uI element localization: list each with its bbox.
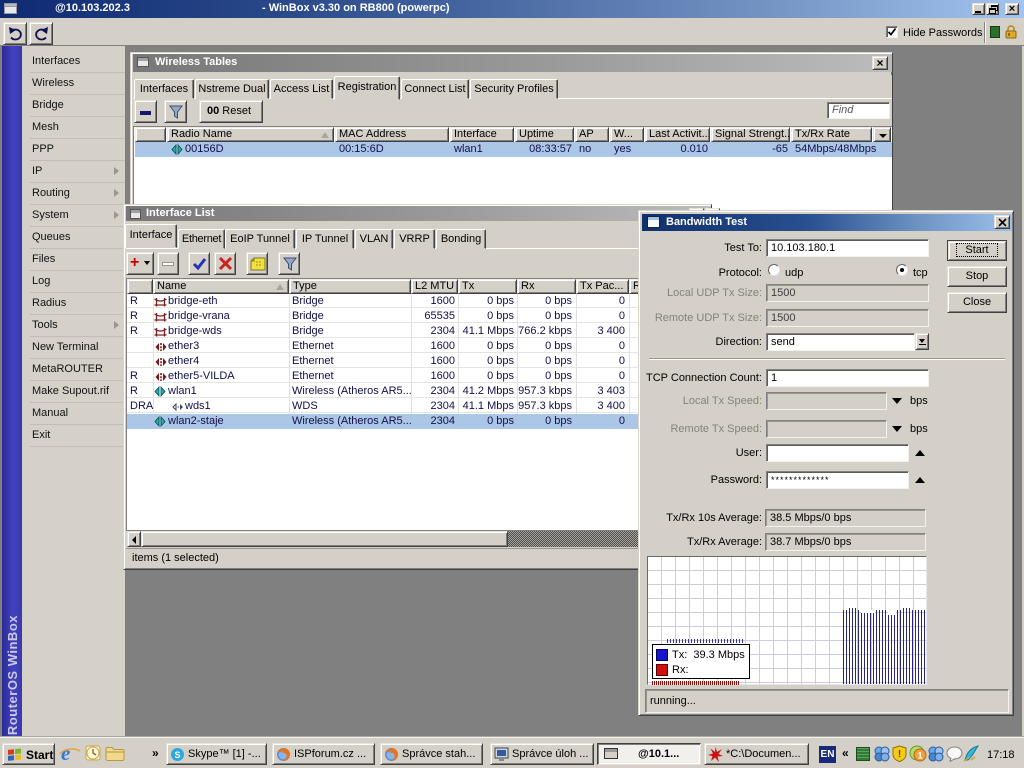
svg-text:S: S — [174, 750, 180, 760]
svg-text:1: 1 — [917, 751, 922, 761]
svg-text:!: ! — [898, 749, 901, 760]
